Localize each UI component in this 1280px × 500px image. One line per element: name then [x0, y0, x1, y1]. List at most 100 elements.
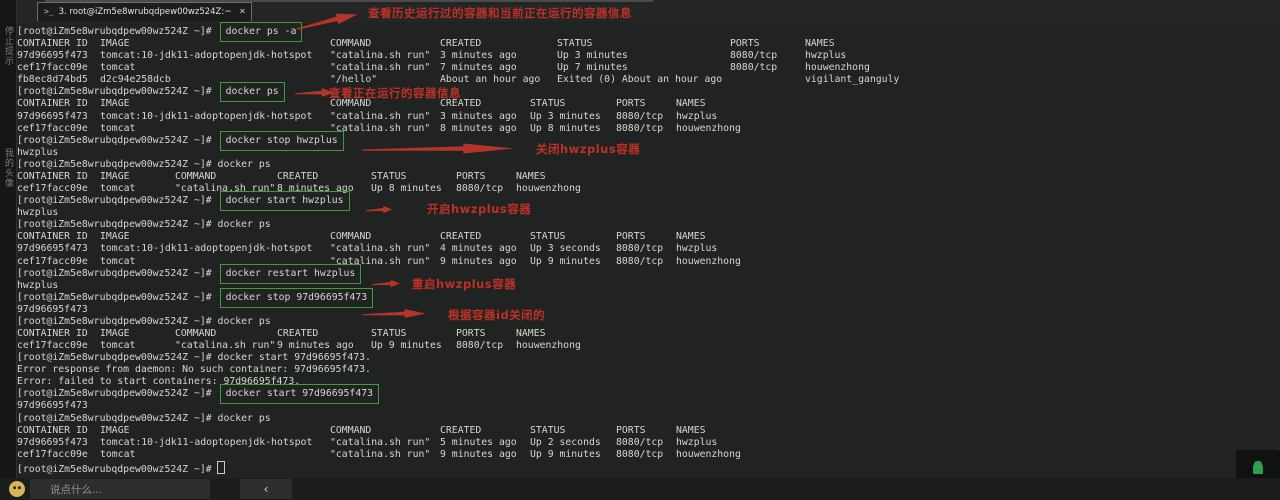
terminal-line: 97d96695f473 — [17, 400, 1280, 412]
table-cell: 8 minutes ago — [440, 123, 517, 135]
terminal[interactable]: [root@iZm5e8wrubqdpew00wz524Z ~]# docker… — [0, 22, 1280, 478]
table-header-cell: CREATED — [277, 171, 318, 183]
command-text: docker ps — [212, 159, 271, 170]
close-icon[interactable]: × — [239, 7, 245, 17]
table-cell: tomcat — [100, 62, 135, 74]
table-header-cell: CREATED — [440, 38, 481, 50]
table-cell: cef17facc09e — [17, 340, 88, 352]
table-cell: 9 minutes ago — [277, 340, 354, 352]
table-cell: 8080/tcp — [616, 449, 663, 461]
terminal-line: [root@iZm5e8wrubqdpew00wz524Z ~]# docker… — [17, 135, 1280, 147]
terminal-line: [root@iZm5e8wrubqdpew00wz524Z ~]# docker… — [17, 86, 1280, 98]
table-cell: Up 9 minutes — [530, 449, 601, 461]
table-header-cell: NAMES — [516, 328, 546, 340]
table-cell: 8080/tcp — [616, 437, 663, 449]
table-cell: 8080/tcp — [616, 256, 663, 268]
table-cell: tomcat — [100, 183, 135, 195]
table-header-cell: IMAGE — [100, 328, 130, 340]
table-header-cell: STATUS — [530, 231, 565, 243]
terminal-line: [root@iZm5e8wrubqdpew00wz524Z ~]# docker… — [17, 292, 1280, 304]
table-cell: 8080/tcp — [616, 243, 663, 255]
table-cell: houwenzhong — [676, 123, 741, 135]
table-cell: "catalina.sh run" — [175, 340, 275, 352]
command-output: 97d96695f473 — [17, 304, 88, 315]
arrow-right-icon — [366, 204, 392, 215]
table-header-cell: CONTAINER ID — [17, 38, 88, 50]
command-output: 97d96695f473 — [17, 400, 88, 411]
terminal-line: [root@iZm5e8wrubqdpew00wz524Z ~]# docker… — [17, 388, 1280, 400]
table-cell: 97d96695f473 — [17, 243, 88, 255]
annotation-label: 查看历史运行过的容器和当前正在运行的容器信息 — [368, 5, 632, 21]
table-cell: 9 minutes ago — [440, 449, 517, 461]
table-header-cell: CREATED — [277, 328, 318, 340]
table-cell: hwzplus — [805, 50, 846, 62]
table-header-cell: COMMAND — [175, 171, 216, 183]
table-header-cell: PORTS — [456, 171, 486, 183]
shell-prompt: [root@iZm5e8wrubqdpew00wz524Z ~]# — [17, 413, 212, 424]
terminal-cursor — [217, 461, 225, 474]
shell-prompt: [root@iZm5e8wrubqdpew00wz524Z ~]# — [17, 464, 212, 475]
terminal-titlebar: >_ 3. root@iZm5e8wrubqdpew00wz524Z:~ × — [17, 0, 1280, 22]
table-cell: d2c94e258dcb — [100, 74, 171, 86]
terminal-line: [root@iZm5e8wrubqdpew00wz524Z ~]# docker… — [17, 219, 1280, 231]
avatar[interactable] — [9, 481, 25, 497]
table-cell: 97d96695f473 — [17, 111, 88, 123]
table-cell: houwenzhong — [516, 340, 581, 352]
table-header-cell: NAMES — [676, 231, 706, 243]
table-cell: "catalina.sh run" — [330, 62, 430, 74]
terminal-line: [root@iZm5e8wrubqdpew00wz524Z ~]# docker… — [17, 159, 1280, 171]
table-header-cell: CREATED — [440, 231, 481, 243]
shell-prompt: [root@iZm5e8wrubqdpew00wz524Z ~]# — [17, 268, 212, 279]
terminal-line: Error: failed to start containers: 97d96… — [17, 376, 1280, 388]
terminal-line: [root@iZm5e8wrubqdpew00wz524Z ~]# docker… — [17, 268, 1280, 280]
table-header-cell: NAMES — [676, 98, 706, 110]
table-row: cef17facc09etomcat"catalina.sh run"7 min… — [17, 62, 1280, 74]
table-header-row: CONTAINER IDIMAGECOMMANDCREATEDSTATUSPOR… — [17, 98, 1280, 110]
table-cell: tomcat:10-jdk11-adoptopenjdk-hotspot — [100, 243, 312, 255]
comment-input[interactable]: 说点什么... — [30, 479, 210, 499]
table-cell: hwzplus — [676, 111, 717, 123]
terminal-tab[interactable]: >_ 3. root@iZm5e8wrubqdpew00wz524Z:~ × — [37, 2, 252, 21]
chevron-left-icon: ‹ — [264, 482, 269, 496]
table-row: 97d96695f473tomcat:10-jdk11-adoptopenjdk… — [17, 437, 1280, 449]
table-cell: Up 8 minutes — [530, 123, 601, 135]
table-cell: houwenzhong — [676, 256, 741, 268]
table-cell: "catalina.sh run" — [330, 449, 430, 461]
annotation-label: 关闭hwzplus容器 — [536, 141, 640, 157]
table-header-row: CONTAINER IDIMAGECOMMANDCREATEDSTATUSPOR… — [17, 38, 1280, 50]
table-header-cell: CONTAINER ID — [17, 328, 88, 340]
table-cell: 4 minutes ago — [440, 243, 517, 255]
shell-prompt: [root@iZm5e8wrubqdpew00wz524Z ~]# — [17, 135, 212, 146]
table-cell: houwenzhong — [516, 183, 581, 195]
table-header-cell: NAMES — [805, 38, 835, 50]
table-header-row: CONTAINER IDIMAGECOMMANDCREATEDSTATUSPOR… — [17, 231, 1280, 243]
table-header-cell: IMAGE — [100, 231, 130, 243]
table-header-cell: CONTAINER ID — [17, 231, 88, 243]
sidebar-vertical-label[interactable]: 我的头像 — [2, 148, 15, 188]
table-header-cell: CREATED — [440, 425, 481, 437]
table-header-cell: STATUS — [557, 38, 592, 50]
table-cell: Up 9 minutes — [530, 256, 601, 268]
collapse-button[interactable]: ‹ — [240, 479, 292, 499]
shell-prompt: [root@iZm5e8wrubqdpew00wz524Z ~]# — [17, 388, 212, 399]
table-header-cell: PORTS — [616, 98, 646, 110]
table-header-cell: IMAGE — [100, 425, 130, 437]
table-cell: Up 9 minutes — [371, 340, 442, 352]
table-header-cell: PORTS — [616, 425, 646, 437]
table-cell: 8080/tcp — [616, 123, 663, 135]
table-header-cell: COMMAND — [330, 231, 371, 243]
shell-prompt: [root@iZm5e8wrubqdpew00wz524Z ~]# — [17, 86, 212, 97]
annotation-label: 开启hwzplus容器 — [427, 201, 531, 217]
terminal-line: 97d96695f473 — [17, 304, 1280, 316]
command-output: hwzplus — [17, 147, 58, 158]
command-text: docker ps — [212, 413, 271, 424]
terminal-prompt-icon: >_ — [44, 8, 54, 16]
table-header-cell: COMMAND — [175, 328, 216, 340]
table-cell: hwzplus — [676, 437, 717, 449]
terminal-line: Error response from daemon: No such cont… — [17, 364, 1280, 376]
terminal-line: hwzplus — [17, 280, 1280, 292]
command-text: docker ps — [212, 219, 271, 230]
sidebar-vertical-label[interactable]: 停止提示 — [2, 26, 15, 66]
shell-prompt: [root@iZm5e8wrubqdpew00wz524Z ~]# — [17, 219, 212, 230]
table-cell: Up 7 minutes — [557, 62, 628, 74]
